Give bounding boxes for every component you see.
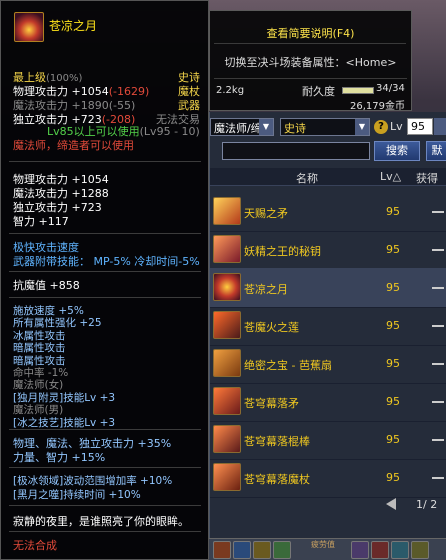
obtain-dash — [432, 249, 444, 251]
item-list-window: 魔法师/缔 ▼ 史诗 ▼ ? Lv 95 搜索 默 名称 Lv△ 获得 天赐之矛… — [209, 112, 446, 560]
item-level: 95 — [386, 243, 400, 256]
class-requirement: 魔法师，缔造者可以使用 — [13, 139, 134, 152]
pagination: 1/ 2 — [380, 496, 446, 514]
help-icon[interactable]: ? — [374, 120, 388, 134]
list-item[interactable]: 苍凉之月 95 — [210, 268, 446, 308]
obtain-dash — [432, 325, 444, 327]
moon-staff-icon — [14, 12, 44, 42]
skill-slot[interactable] — [391, 541, 409, 559]
skill-slot[interactable] — [253, 541, 271, 559]
item-tooltip: 苍凉之月 最上级(100%) 史诗 物理攻击力 +1054(-1629) 魔法攻击… — [0, 0, 209, 560]
skill-extension: [黑月之噬]持续时间 +10% — [13, 489, 141, 501]
list-item[interactable]: 天赐之矛 95 — [210, 192, 446, 232]
prev-page-icon[interactable] — [386, 498, 396, 510]
item-icon — [213, 425, 241, 453]
rarity-select-value: 史诗 — [284, 122, 306, 135]
search-input[interactable] — [222, 142, 370, 160]
list-item[interactable]: 苍穹幕落棍棒 95 — [210, 420, 446, 460]
item-name: 苍凉之月 — [244, 283, 288, 296]
item-icon — [213, 463, 241, 491]
column-name[interactable]: 名称 — [296, 170, 318, 186]
gold-value: 26,179金币 — [350, 101, 405, 112]
list-header: 名称 Lv△ 获得 — [210, 168, 446, 186]
weapon-skill: 武器附带技能： MP-5% 冷却时间-5% — [13, 255, 200, 268]
skill-slot[interactable] — [273, 541, 291, 559]
item-name: 苍穹幕落矛 — [244, 397, 299, 410]
item-name: 妖精之王的秘钥 — [244, 245, 321, 258]
item-name: 苍凉之月 — [49, 19, 98, 33]
item-summary-panel: 查看简要说明(F4) 切换至决斗场装备属性：<Home> 2.2kg 耐久度 3… — [209, 10, 412, 112]
fatigue-label: 疲劳值 — [311, 540, 335, 549]
bonus-line: [冰之技艺]技能Lv +3 — [13, 416, 116, 429]
flavor-text: 寂静的夜里，是谁照亮了你的眼眸。 — [13, 515, 189, 528]
list-item[interactable]: 绝密之宝 - 芭蕉扇 95 — [210, 344, 446, 384]
main-stat: 智力 +117 — [13, 215, 69, 228]
list-item[interactable]: 苍魔火之莲 95 — [210, 306, 446, 346]
item-icon — [213, 235, 241, 263]
item-icon — [213, 387, 241, 415]
obtain-dash — [432, 211, 444, 213]
obtain-dash — [432, 439, 444, 441]
rarity-select[interactable]: 史诗 ▼ — [280, 118, 370, 136]
stat-bonus: 力量、智力 +15% — [13, 451, 106, 464]
obtain-dash — [432, 477, 444, 479]
item-level: 95 — [386, 357, 400, 370]
level-label: Lv — [390, 120, 403, 133]
skill-slot[interactable] — [351, 541, 369, 559]
item-name: 苍魔火之莲 — [244, 321, 299, 334]
obtain-dash — [432, 363, 444, 365]
item-icon — [213, 311, 241, 339]
durability-bar — [342, 87, 374, 94]
skill-slot[interactable] — [213, 541, 231, 559]
item-icon — [213, 197, 241, 225]
item-level: 95 — [386, 471, 400, 484]
item-level: 95 — [386, 395, 400, 408]
chevron-down-icon[interactable]: ▼ — [259, 119, 273, 135]
item-level: 95 — [386, 281, 400, 294]
pvp-switch-button[interactable]: 切换至决斗场装备属性：<Home> — [210, 54, 411, 70]
page-indicator: 1/ 2 — [416, 498, 438, 511]
durability-value: 34/34 — [376, 83, 405, 94]
item-icon — [213, 349, 241, 377]
list-item[interactable]: 苍穹幕落魔杖 95 — [210, 458, 446, 498]
weight-value: 2.2kg — [216, 85, 245, 96]
class-select-value: 魔法师/缔 — [214, 122, 262, 135]
chevron-down-icon[interactable]: ▼ — [355, 119, 369, 135]
skill-slot[interactable] — [233, 541, 251, 559]
skill-slot[interactable] — [411, 541, 429, 559]
summary-toggle-button[interactable]: 查看简要说明(F4) — [210, 25, 411, 41]
column-obtain[interactable]: 获得 — [416, 170, 438, 186]
item-level: 95 — [386, 433, 400, 446]
list-item[interactable]: 妖精之王的秘钥 95 — [210, 230, 446, 270]
obtain-dash — [432, 401, 444, 403]
list-item[interactable]: 苍穹幕落矛 95 — [210, 382, 446, 422]
level-input[interactable]: 95 — [407, 118, 433, 135]
skill-slot[interactable] — [371, 541, 389, 559]
default-button[interactable]: 默 — [426, 141, 446, 161]
anti-magic: 抗魔值 +858 — [13, 279, 80, 292]
obtain-dash — [432, 287, 444, 289]
synthesis-status: 无法合成 — [13, 539, 57, 552]
search-button[interactable]: 搜索 — [374, 141, 420, 161]
item-level: 95 — [386, 205, 400, 218]
item-name: 天赐之矛 — [244, 207, 288, 220]
class-select[interactable]: 魔法师/缔 ▼ — [210, 118, 274, 136]
item-name: 绝密之宝 - 芭蕉扇 — [244, 359, 332, 372]
item-name: 苍穹幕落魔杖 — [244, 473, 310, 486]
skill-bar: 疲劳值 — [209, 538, 446, 560]
level-spinner[interactable] — [434, 118, 446, 135]
item-name: 苍穹幕落棍棒 — [244, 435, 310, 448]
column-level[interactable]: Lv△ — [380, 170, 401, 183]
skill-extension: [极冰领域]波动范围增加率 +10% — [13, 475, 173, 487]
item-level: 95 — [386, 319, 400, 332]
durability-label: 耐久度 — [302, 85, 335, 98]
item-icon — [213, 273, 241, 301]
